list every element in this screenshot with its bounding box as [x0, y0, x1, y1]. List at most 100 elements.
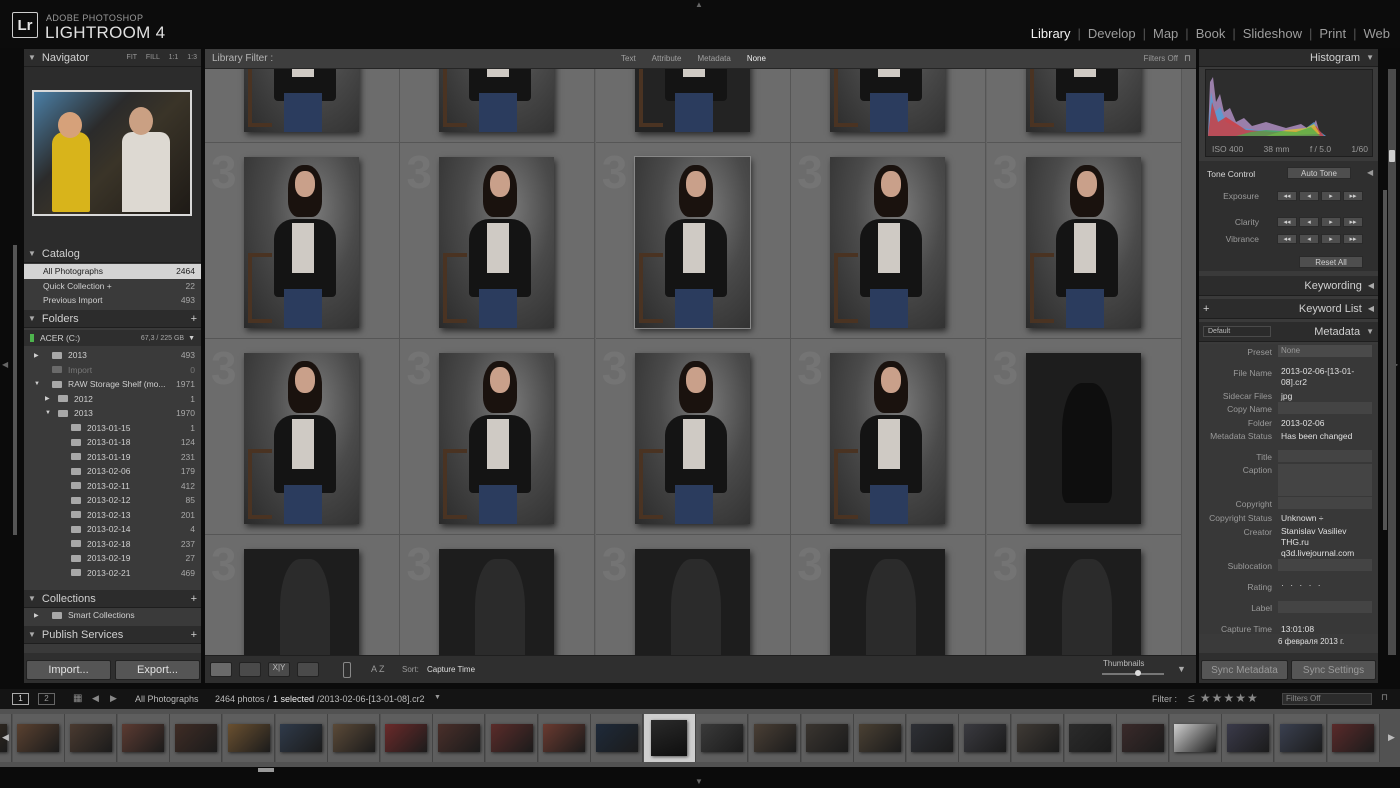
selected-file[interactable]: /2013-02-06-[13-01-08].cr2 [317, 694, 425, 704]
catalog-item[interactable]: Quick Collection + 22 [24, 279, 201, 294]
photo-thumbnail[interactable] [633, 156, 751, 329]
compare-view-icon[interactable]: X|Y [268, 662, 290, 677]
photo-thumbnail[interactable] [634, 549, 750, 655]
grid-cell[interactable]: 3 [986, 535, 1182, 655]
right-scrollbar[interactable] [1383, 190, 1387, 530]
photo-thumbnail[interactable] [1025, 353, 1141, 524]
histogram-header[interactable]: Histogram ▼ [1199, 49, 1378, 67]
left-scrollbar[interactable] [13, 245, 17, 535]
grid-cell[interactable]: 3 [986, 143, 1182, 339]
source-label[interactable]: All Photographs [135, 694, 199, 704]
filmstrip-thumbnail[interactable] [1064, 714, 1117, 762]
photo-thumbnail[interactable] [439, 157, 555, 328]
filmstrip-thumbnail[interactable] [801, 714, 854, 762]
export-button[interactable]: Export... [115, 660, 200, 680]
back-arrow-icon[interactable]: ◀ [92, 693, 99, 704]
catalog-item[interactable]: Previous Import 493 [24, 293, 201, 308]
grid-cell[interactable] [595, 69, 791, 143]
grid-cell[interactable]: 3 [595, 143, 791, 339]
collapse-bottom-arrow-icon[interactable]: ▼ [695, 777, 703, 786]
grid-cell[interactable]: 3 [791, 143, 987, 339]
photo-thumbnail[interactable] [1025, 549, 1141, 655]
folder-row[interactable]: ▼ 2013 1970 [24, 406, 201, 421]
module-print[interactable]: Print [1312, 26, 1353, 41]
zoom-fit[interactable]: FIT [127, 54, 137, 61]
sublocation-field[interactable] [1278, 559, 1372, 571]
filmstrip-thumbnail[interactable] [749, 714, 801, 762]
module-library[interactable]: Library [1024, 26, 1078, 41]
navigator-header[interactable]: ▼ Navigator FIT FILL 1:1 1:3 [24, 49, 201, 67]
filmstrip-thumbnail[interactable] [643, 714, 696, 762]
folder-value[interactable]: 2013-02-06 [1281, 418, 1324, 428]
folder-row[interactable]: 2013-01-18 124 [24, 435, 201, 450]
grid-cell[interactable]: 3 [791, 339, 987, 535]
module-map[interactable]: Map [1146, 26, 1185, 41]
survey-view-icon[interactable] [297, 662, 319, 677]
module-develop[interactable]: Develop [1081, 26, 1143, 41]
histogram[interactable]: ISO 400 38 mm f / 5.0 1/60 [1205, 69, 1373, 157]
rating-stars[interactable]: · · · · · [1281, 580, 1323, 590]
filmstrip-thumbnail[interactable] [223, 714, 275, 762]
grid-cell[interactable]: 3 [205, 339, 400, 535]
filmstrip-thumbnail[interactable] [906, 714, 959, 762]
photo-thumbnail[interactable] [1025, 157, 1141, 328]
photo-thumbnail[interactable] [244, 353, 359, 524]
folder-row[interactable]: ▶ 2012 1 [24, 392, 201, 407]
folder-row[interactable]: 2013-02-11 412 [24, 479, 201, 494]
filmstrip-thumbnail[interactable] [328, 714, 381, 762]
star-filter-icon[interactable]: ≤ ★★★★★ [1188, 691, 1259, 705]
catalog-item[interactable]: All Photographs 2464 [24, 264, 201, 279]
main-window-button[interactable]: 1 [12, 693, 29, 705]
import-button[interactable]: Import... [26, 660, 111, 680]
filmstrip-thumbnail[interactable] [538, 714, 591, 762]
filmstrip-thumbnail[interactable] [1222, 714, 1275, 762]
painter-icon[interactable] [343, 662, 351, 678]
collapse-triangle-icon[interactable]: ▼ [28, 53, 36, 62]
folder-row[interactable]: 2013-02-19 27 [24, 551, 201, 566]
photo-thumbnail[interactable] [830, 69, 946, 132]
creator-value[interactable]: Stanislav Vasiliev THG.ru q3d.livejourna… [1281, 526, 1369, 559]
photo-thumbnail[interactable] [244, 69, 359, 132]
photo-thumbnail[interactable] [830, 157, 946, 328]
zoom-fill[interactable]: FILL [146, 54, 160, 61]
grid-cell[interactable]: 3 [205, 535, 400, 655]
navigator-preview[interactable] [32, 90, 192, 216]
copy-name-field[interactable] [1278, 402, 1372, 414]
photo-thumbnail[interactable] [830, 549, 946, 655]
metadata-header[interactable]: Default Metadata ▼ [1199, 322, 1378, 342]
sync-metadata-button[interactable]: Sync Metadata [1201, 660, 1288, 680]
keyword-list-header[interactable]: + Keyword List ◀ [1199, 299, 1378, 319]
filmstrip-thumbnail[interactable] [1327, 714, 1380, 762]
folder-row[interactable]: 2013-02-12 85 [24, 493, 201, 508]
filmstrip-thumbnail[interactable] [959, 714, 1012, 762]
folder-row[interactable]: 2013-01-15 1 [24, 421, 201, 436]
grid-cell[interactable]: 3 [986, 339, 1182, 535]
label-field[interactable] [1278, 601, 1372, 613]
filmstrip-thumbnail[interactable] [1117, 714, 1170, 762]
filmstrip-thumbnail[interactable] [1275, 714, 1327, 762]
keywording-header[interactable]: Keywording ◀ [1199, 276, 1378, 296]
file-dropdown-icon[interactable]: ▼ [434, 694, 441, 701]
folder-row[interactable]: 2013-02-14 4 [24, 522, 201, 537]
grid-view-icon[interactable] [210, 662, 232, 677]
filter-metadata[interactable]: Metadata [689, 54, 738, 63]
sync-settings-button[interactable]: Sync Settings [1291, 660, 1376, 680]
add-keyword-icon[interactable]: + [1203, 303, 1209, 315]
grid-cell[interactable] [986, 69, 1182, 143]
capture-time-value[interactable]: 13:01:08 [1281, 624, 1314, 634]
filmstrip-thumbnail[interactable] [117, 714, 170, 762]
filmstrip-thumbnail[interactable] [591, 714, 644, 762]
filmstrip-thumbnail[interactable] [380, 714, 433, 762]
photo-thumbnail[interactable] [830, 353, 946, 524]
title-field[interactable] [1278, 450, 1372, 462]
grid-cell[interactable] [400, 69, 596, 143]
filmstrip-thumbnail[interactable] [275, 714, 328, 762]
grid-cell[interactable]: 3 [205, 143, 400, 339]
photo-thumbnail[interactable] [244, 549, 359, 655]
capture-date-value[interactable]: 6 февраля 2013 г. [1278, 637, 1344, 646]
preset-select[interactable]: None [1278, 345, 1372, 357]
copyright-field[interactable] [1278, 497, 1372, 509]
grid-scrollbar[interactable] [1388, 69, 1396, 655]
photo-thumbnail[interactable] [439, 549, 555, 655]
auto-tone-button[interactable]: Auto Tone [1287, 167, 1351, 179]
